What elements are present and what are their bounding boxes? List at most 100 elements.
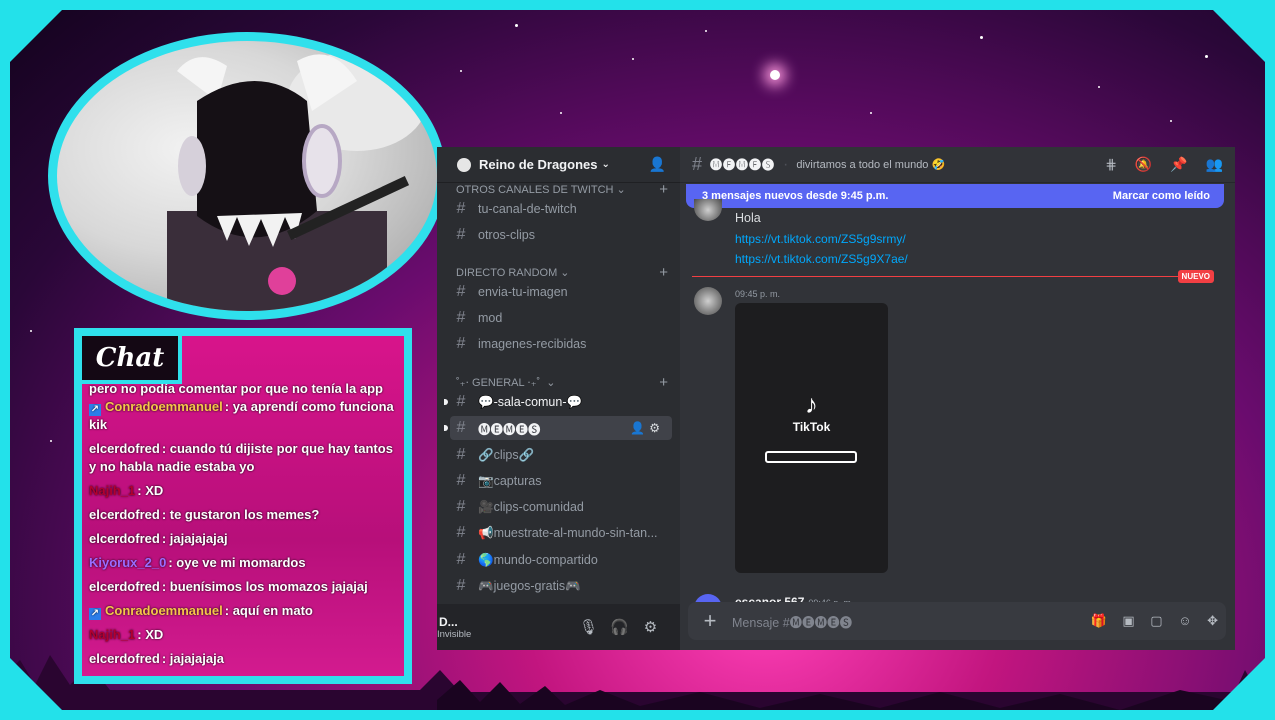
message-link[interactable]: https://vt.tiktok.com/ZS5g9X7ae/ <box>735 252 908 266</box>
channel-item[interactable]: # 🔗clips🔗 <box>450 443 672 467</box>
chat-text: : aquí en mato <box>224 603 313 618</box>
message-link[interactable]: https://vt.tiktok.com/ZS5g9srmy/ <box>735 232 906 246</box>
category-twitch[interactable]: OTROS CANALES DE TWITCH ⌄ + <box>456 181 668 198</box>
frame-corner <box>1213 10 1265 62</box>
new-badge: NUEVO <box>1177 270 1214 283</box>
chat-message: ↗ Conradoemmanuel: aquí en mato <box>89 602 398 620</box>
new-messages-bar[interactable]: 3 mensajes nuevos desde 9:45 p.m. Marcar… <box>686 184 1224 208</box>
category-random[interactable]: DIRECTO RANDOM ⌄ + <box>456 264 668 281</box>
user-info[interactable]: D... Invisible <box>437 615 573 640</box>
threads-icon[interactable]: ⋕ <box>1105 156 1117 172</box>
add-member-icon[interactable]: 👤 <box>649 156 666 173</box>
channel-item[interactable]: # envia-tu-imagen <box>450 280 672 304</box>
frame-corner <box>10 10 62 62</box>
hash-icon: # <box>456 498 466 515</box>
plus-icon[interactable]: + <box>659 374 668 391</box>
chat-username[interactable]: Najih_1 <box>89 483 135 498</box>
chat-username[interactable]: Conradoemmanuel <box>105 603 223 618</box>
chat-username[interactable]: elcerdofred <box>89 507 160 522</box>
channel-item[interactable]: # imagenes-recibidas <box>450 332 672 356</box>
chat-message: Kiyorux_2_0: oye ve mi momardos <box>89 554 398 572</box>
channel-topic[interactable]: divirtamos a todo el mundo 🤣 <box>796 158 945 171</box>
chat-username[interactable]: elcerdofred <box>89 441 160 456</box>
webcam-frame <box>48 32 446 320</box>
plus-icon[interactable]: + <box>659 264 668 281</box>
chat-username[interactable]: Najih_1 <box>89 627 135 642</box>
hash-icon: # <box>456 226 466 243</box>
notification-bell-icon[interactable]: 🔕 <box>1135 156 1152 172</box>
chat-text: : jajajajajaj <box>161 531 228 546</box>
gift-icon[interactable]: 🎁 <box>1091 613 1107 628</box>
sticker-icon[interactable]: ▢ <box>1150 613 1162 628</box>
channel-item[interactable]: # 📷capturas <box>450 469 672 493</box>
chat-username[interactable]: elcerdofred <box>89 531 160 546</box>
emoji-icon[interactable]: ☺ <box>1178 613 1191 628</box>
channel-item[interactable]: # tu-canal-de-twitch <box>450 197 672 221</box>
channel-item[interactable]: # mod <box>450 306 672 330</box>
chat-message: ↗ Conradoemmanuel: ya aprendí como funcio… <box>89 398 398 434</box>
channel-sidebar: Reino de Dragones ⌄ 👤 OTROS CANALES DE T… <box>437 147 680 650</box>
chevron-down-icon: ⌄ <box>601 159 610 170</box>
hash-icon: # <box>456 472 466 489</box>
chat-text: : buenísimos los momazos jajajaj <box>161 579 368 594</box>
member-list-icon[interactable]: 👥 <box>1206 156 1223 172</box>
channel-name: 🅜🅔🅜🅔🅢 <box>710 158 776 172</box>
plus-icon[interactable]: + <box>659 181 668 198</box>
frame-corner <box>1213 658 1265 710</box>
stream-chat-panel: Chat pero no podía comentar por que no t… <box>74 328 412 684</box>
category-general[interactable]: ˚₊‧ GENERAL ‧₊˚ ⌄ + <box>456 374 668 391</box>
chat-username[interactable]: Conradoemmanuel <box>105 399 223 414</box>
server-header[interactable]: Reino de Dragones ⌄ 👤 <box>437 147 680 183</box>
chat-username[interactable]: elcerdofred <box>89 651 160 666</box>
channel-item[interactable]: # 🎥clips-comunidad <box>450 495 672 519</box>
username: D... <box>439 614 458 629</box>
gear-icon[interactable]: ⚙ <box>635 618 666 636</box>
chat-message: elcerdofred: cuando tú dijiste por que h… <box>89 440 398 476</box>
chat-message: elcerdofred: jajajajaja <box>89 650 398 668</box>
avatar[interactable] <box>694 199 722 221</box>
channel-item[interactable]: # 🌎mundo-compartido <box>450 548 672 572</box>
streamer-image <box>167 51 427 311</box>
channel-settings-icons[interactable]: 👤⚙ <box>630 421 664 435</box>
apps-icon[interactable]: ✥ <box>1207 613 1218 628</box>
avatar[interactable] <box>694 287 722 315</box>
server-name: Reino de Dragones <box>479 157 598 172</box>
chat-username[interactable]: Kiyorux_2_0 <box>89 555 166 570</box>
hash-icon: # <box>456 393 466 410</box>
unread-indicator <box>444 399 448 405</box>
channel-item[interactable]: # otros-clips <box>450 223 672 247</box>
channel-item-active[interactable]: # 🅜🅔🅜🅔🅢 👤⚙ <box>450 416 672 440</box>
tiktok-embed[interactable]: ♪ TikTok <box>735 303 888 573</box>
tiktok-search-box <box>765 451 857 463</box>
chat-message: elcerdofred: jajajajajaj <box>89 530 398 548</box>
microphone-icon[interactable]: 🎙 <box>573 618 604 636</box>
hash-icon: # <box>456 200 466 217</box>
user-status: Invisible <box>437 628 472 640</box>
chat-lines: ↗ Conradoemmanuel: ya aprendí como funcio… <box>89 392 398 668</box>
chat-username[interactable]: elcerdofred <box>89 579 160 594</box>
tiktok-label: TikTok <box>792 420 831 434</box>
chat-title: Chat <box>82 336 182 384</box>
channel-item[interactable]: # 💬-sala-comun-💬 <box>450 390 672 414</box>
mark-read-button[interactable]: Marcar como leído <box>1113 190 1210 202</box>
chat-message: elcerdofred: te gustaron los memes? <box>89 506 398 524</box>
chat-text: : oye ve mi momardos <box>168 555 306 570</box>
attach-plus-icon[interactable]: + <box>688 608 732 634</box>
chat-text: : XD <box>137 483 164 498</box>
frame-corner <box>10 658 62 710</box>
chat-text: : XD <box>137 627 164 642</box>
hash-icon: # <box>456 283 466 300</box>
headphones-icon[interactable]: 🎧 <box>604 618 635 636</box>
gif-icon[interactable]: ▣ <box>1122 613 1134 628</box>
twitch-badge-icon: ↗ <box>89 608 101 620</box>
new-messages-divider <box>692 276 1212 277</box>
chat-message: Najih_1: XD <box>89 482 398 500</box>
message-input[interactable]: + Mensaje #🅜🅔🅜🅔🅢 🎁 ▣ ▢ ☺ ✥ <box>688 602 1226 640</box>
hash-icon: # <box>456 577 466 594</box>
channel-item[interactable]: # 🎮juegos-gratis🎮 <box>450 574 672 598</box>
pin-icon[interactable]: 📌 <box>1170 156 1187 172</box>
chat-message: elcerdofred: buenísimos los momazos jaja… <box>89 578 398 596</box>
channel-item[interactable]: # 📢muestrate-al-mundo-sin-tan... <box>450 521 672 545</box>
message-placeholder[interactable]: Mensaje #🅜🅔🅜🅔🅢 <box>732 612 852 631</box>
hash-icon: # <box>692 154 703 174</box>
